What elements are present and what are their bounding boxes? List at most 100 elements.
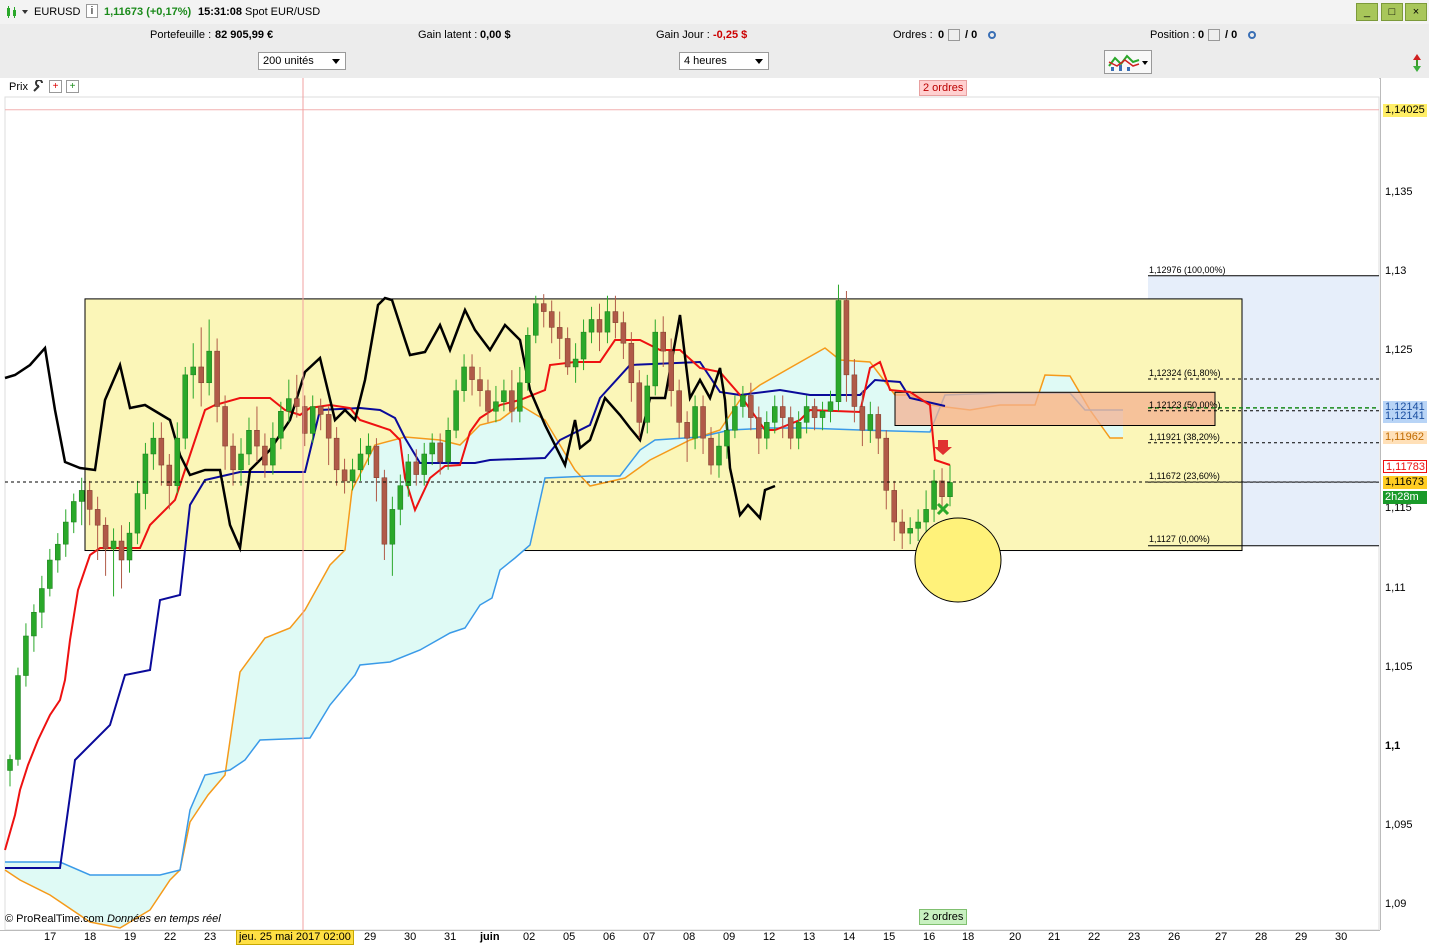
- price-tick-label: 1,11: [1385, 581, 1406, 594]
- minimize-button[interactable]: _: [1356, 3, 1378, 21]
- portefeuille-value: 82 905,99 €: [215, 29, 274, 41]
- candle-body: [381, 477, 388, 545]
- portefeuille-label: Portefeuille :: [150, 29, 212, 41]
- candle-body: [365, 445, 372, 455]
- candle-body: [47, 559, 53, 589]
- candle-body: [214, 350, 220, 407]
- watermark: © ProRealTime.com: [5, 913, 104, 925]
- candle-body: [389, 509, 396, 545]
- candle-body: [580, 331, 587, 360]
- candle-body: [421, 453, 427, 475]
- candle-body: [851, 374, 858, 407]
- price-chart[interactable]: [0, 78, 1429, 943]
- price-tag: 1,11673: [1383, 476, 1427, 489]
- candle-body: [572, 358, 579, 368]
- date-tick-label: 29: [1295, 931, 1308, 943]
- candle-body: [700, 406, 706, 439]
- candle-body: [325, 414, 332, 439]
- date-tick-label: 07: [643, 931, 656, 943]
- candle-body: [756, 417, 762, 439]
- candle-body: [564, 338, 571, 368]
- highlight-circle: [914, 517, 1002, 603]
- maximize-button[interactable]: □: [1381, 3, 1403, 21]
- candle-body: [620, 322, 627, 344]
- date-tick-label: 20: [1009, 931, 1022, 943]
- candle-body: [692, 406, 698, 439]
- date-tick-label: 28: [1255, 931, 1268, 943]
- candle-body: [39, 588, 45, 613]
- date-tick-label: juin: [480, 931, 500, 943]
- date-tick-label: 30: [1335, 931, 1348, 943]
- candle-body: [525, 335, 531, 384]
- candle-body: [740, 395, 746, 407]
- timeframe-select[interactable]: 4 heures: [679, 52, 769, 70]
- candle-body: [309, 406, 316, 434]
- gain-latent-value: 0,00 $: [480, 29, 511, 41]
- candle-body: [142, 453, 149, 494]
- candle-body: [716, 445, 722, 466]
- orders-window-icon[interactable]: [948, 29, 960, 41]
- candle-body: [891, 490, 897, 523]
- symbol-label[interactable]: EURUSD: [34, 6, 80, 18]
- gain-jour-value: -0,25 $: [713, 29, 748, 41]
- price-tick-label: 1,095: [1385, 818, 1413, 831]
- date-tick-label: 08: [683, 931, 696, 943]
- candle-body: [286, 398, 292, 412]
- candle-body: [676, 390, 682, 423]
- date-tick-label: 19: [124, 931, 137, 943]
- candle-body: [548, 311, 555, 328]
- candle-body: [158, 437, 165, 466]
- candle-body: [102, 524, 109, 550]
- candle-body: [931, 480, 937, 510]
- candle-body: [357, 453, 364, 471]
- candle-body: [923, 509, 929, 523]
- add-sell-icon[interactable]: +: [49, 80, 62, 93]
- candle-body: [413, 461, 420, 475]
- instrument-name: Spot EUR/USD: [245, 6, 321, 18]
- info-icon[interactable]: i: [86, 4, 98, 18]
- candle-body: [15, 675, 21, 760]
- candle-body: [875, 414, 882, 439]
- indicator-chart-icon: [1108, 54, 1140, 71]
- fibonacci-label: 1,11672 (23,60%): [1149, 471, 1220, 482]
- candlestick-icon: [7, 6, 16, 18]
- candle-body: [803, 406, 810, 423]
- alert-tool-icon[interactable]: [1408, 52, 1426, 74]
- candle-body: [206, 350, 212, 384]
- fibonacci-label: 1,12976 (100,00%): [1149, 264, 1226, 275]
- candle-body: [533, 303, 539, 336]
- wrench-icon[interactable]: [31, 80, 45, 94]
- orders-badge-top[interactable]: 2 ordres: [919, 80, 968, 96]
- candle-body: [333, 437, 340, 471]
- candle-body: [859, 406, 866, 431]
- position-settings-icon[interactable]: [1248, 31, 1256, 39]
- fibonacci-label: 1,12123 (50,00%): [1149, 399, 1221, 410]
- candle-body: [445, 430, 451, 463]
- candle-body: [174, 437, 181, 486]
- indicators-button[interactable]: [1104, 50, 1152, 74]
- orders-settings-icon[interactable]: [988, 31, 996, 39]
- date-tick-label: 16: [923, 931, 936, 943]
- fibonacci-label: 1,12324 (61,80%): [1149, 367, 1221, 378]
- candle-body: [612, 311, 619, 323]
- chart-toolbar: 200 unités 4 heures: [0, 46, 1429, 79]
- add-buy-icon[interactable]: +: [66, 80, 79, 93]
- candle-body: [270, 437, 276, 466]
- candle-body: [915, 521, 921, 529]
- dropdown-arrow-icon[interactable]: [22, 10, 28, 14]
- ordres-sep: / 0: [965, 29, 978, 41]
- candle-body: [7, 759, 13, 771]
- position-window-icon[interactable]: [1208, 29, 1220, 41]
- ordres-value: 0: [938, 29, 945, 41]
- date-tick-label: 18: [84, 931, 97, 943]
- candle-body: [732, 406, 738, 431]
- close-button[interactable]: ×: [1405, 3, 1427, 21]
- candle-body: [246, 430, 252, 455]
- price-change: 1,11673 (+0,17%): [104, 6, 192, 18]
- chevron-down-icon: [1142, 61, 1148, 65]
- quantity-select[interactable]: 200 unités: [258, 52, 346, 70]
- candle-body: [437, 442, 443, 463]
- gain-latent-label: Gain latent :: [418, 29, 478, 41]
- date-tick-label: 13: [803, 931, 816, 943]
- orders-badge-bottom[interactable]: 2 ordres: [919, 909, 968, 925]
